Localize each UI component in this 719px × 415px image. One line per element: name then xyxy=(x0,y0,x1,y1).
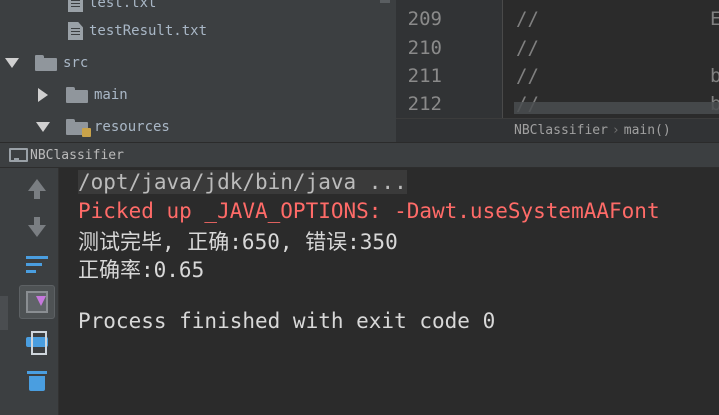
tree-item-resources[interactable]: resources xyxy=(36,115,170,139)
expand-arrow-icon[interactable] xyxy=(5,58,19,68)
console-accuracy-line: 正确率:0.65 xyxy=(78,258,205,282)
run-window-header: NBClassifier xyxy=(0,142,719,168)
print-icon xyxy=(26,331,48,355)
console-result-line: 测试完毕, 正确:650, 错误:350 xyxy=(78,230,398,254)
line-number: 211 xyxy=(407,65,442,87)
down-arrow-icon xyxy=(28,225,46,237)
console-warning-line: Picked up _JAVA_OPTIONS: -Dawt.useSystem… xyxy=(78,199,660,223)
expand-arrow-icon[interactable] xyxy=(36,122,50,132)
tree-item-testresult-txt[interactable]: testResult.txt xyxy=(68,19,207,43)
tree-item-main[interactable]: main xyxy=(38,83,128,107)
line-number: 209 xyxy=(407,8,442,30)
folder-icon xyxy=(66,87,88,103)
breadcrumb: NBClassifier › main() xyxy=(514,123,671,138)
console-exit-line: Process finished with exit code 0 xyxy=(78,309,496,333)
breadcrumb-class[interactable]: NBClassifier xyxy=(514,123,608,138)
run-toolbar xyxy=(0,168,59,415)
print-button[interactable] xyxy=(19,324,55,358)
toolbar-left-strip xyxy=(0,296,8,330)
breadcrumb-separator-icon: › xyxy=(611,123,620,138)
code-text: E xyxy=(710,8,719,30)
text-file-icon xyxy=(68,22,83,40)
run-config-icon xyxy=(9,148,28,162)
clear-all-button[interactable] xyxy=(19,363,55,397)
line-number: 212 xyxy=(407,93,442,115)
tree-item-label: src xyxy=(63,55,89,71)
code-text: b xyxy=(710,65,719,87)
console-output[interactable]: /opt/java/jdk/bin/java ... Picked up _JA… xyxy=(60,168,719,415)
soft-wrap-button[interactable] xyxy=(19,248,55,282)
console-command-line: /opt/java/jdk/bin/java ... xyxy=(78,170,407,194)
code-editor[interactable]: 209 210 211 212 // // // // // E b b xyxy=(396,0,719,118)
breadcrumb-method[interactable]: main() xyxy=(624,123,671,138)
code-line: // xyxy=(516,8,539,30)
collapse-arrow-icon[interactable] xyxy=(38,88,48,102)
code-line: // xyxy=(516,37,539,59)
editor-breadcrumb-bar: NBClassifier › main() xyxy=(396,118,719,142)
tree-item-label: main xyxy=(94,87,128,103)
editor-horizontal-scrollbar[interactable] xyxy=(514,102,719,114)
resources-folder-icon xyxy=(66,119,91,137)
run-tab-label[interactable]: NBClassifier xyxy=(30,148,124,163)
folder-icon xyxy=(35,55,57,71)
scroll-to-end-button[interactable] xyxy=(19,285,55,319)
previous-occurrence-button[interactable] xyxy=(19,172,55,206)
next-occurrence-button[interactable] xyxy=(19,210,55,244)
code-line: // xyxy=(516,65,539,87)
project-tree: test.txt testResult.txt src main resourc… xyxy=(0,0,396,142)
trash-icon xyxy=(27,369,47,391)
text-file-icon xyxy=(68,0,83,12)
tree-item-label: test.txt xyxy=(89,0,157,11)
tree-item-label: resources xyxy=(94,119,170,135)
code-line-partial: // xyxy=(516,0,539,2)
tree-item-src[interactable]: src xyxy=(5,51,88,75)
soft-wrap-icon xyxy=(26,256,48,274)
tree-item-label: testResult.txt xyxy=(89,23,208,39)
line-number: 210 xyxy=(407,37,442,59)
line-number-gutter: 209 210 211 212 xyxy=(396,0,503,118)
scroll-to-end-icon xyxy=(26,291,48,313)
tree-item-test-txt[interactable]: test.txt xyxy=(68,0,156,15)
tree-scrollbar[interactable] xyxy=(380,0,390,3)
